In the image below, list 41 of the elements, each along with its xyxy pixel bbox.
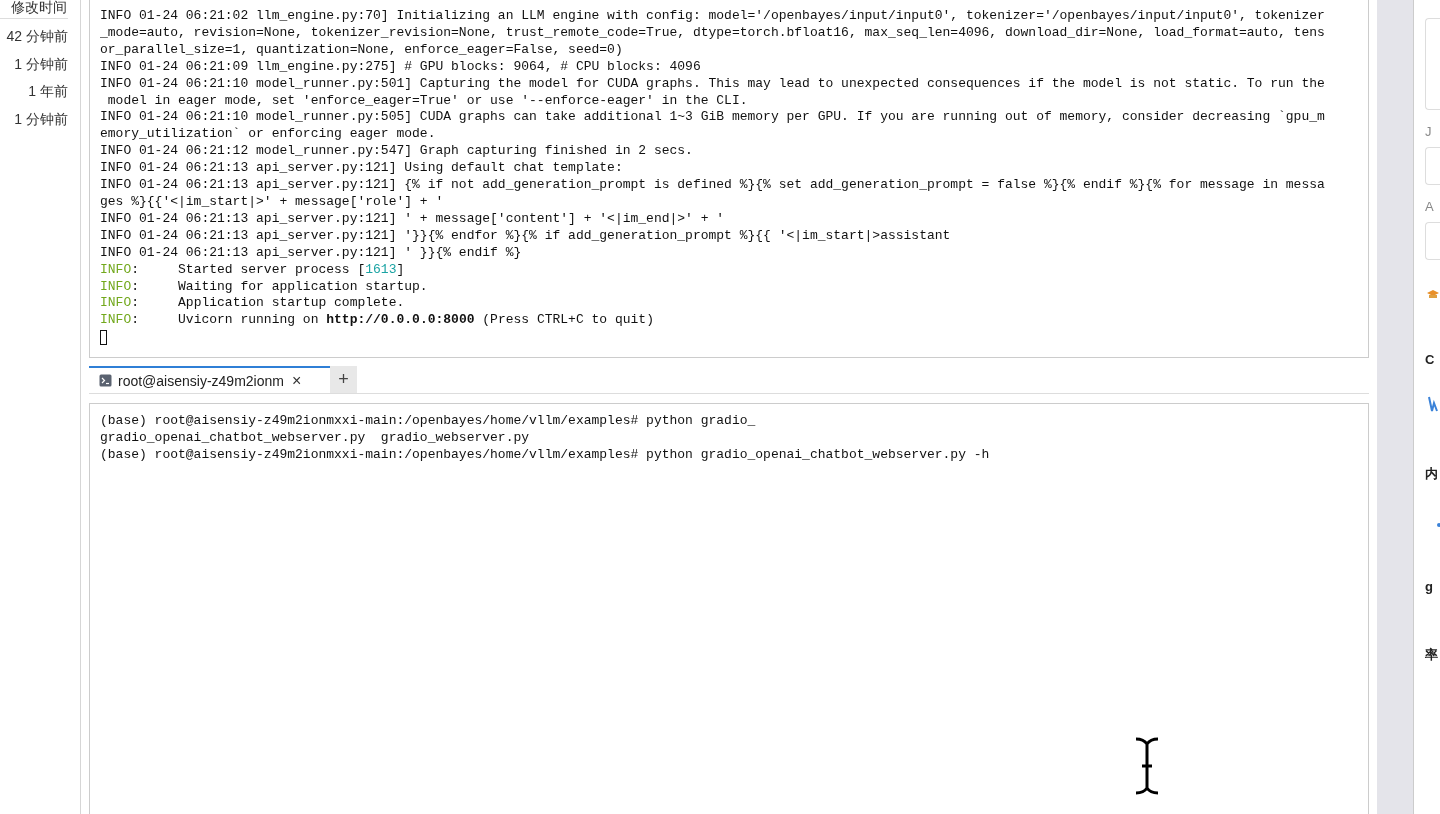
modified-time: 1 分钟前 <box>14 109 68 129</box>
terminal-line: INFO 01-24 06:21:13 api_server.py:121] {% if not add_generation_prompt is defined %}{% set add_generation_prompt = false %}{% endif %}{% for message in messa <box>100 177 1325 194</box>
column-header[interactable]: 修改时间 <box>0 0 68 19</box>
modified-time: 1 分钟前 <box>14 54 68 74</box>
terminal-line: INFO 01-24 06:21:13 api_server.py:121] Using default chat template: <box>100 160 623 178</box>
terminal-line: INFO 01-24 06:21:13 api_server.py:121] ' + message['content'] + '<|im_end|>' + ' <box>100 210 725 228</box>
terminal-line: gradio_openai_chatbot_webserver.py gradio_webserver.py <box>100 429 530 447</box>
splitter-bar[interactable] <box>1377 0 1413 814</box>
section-heading: g <box>1425 579 1433 594</box>
field-label: A <box>1425 199 1434 214</box>
terminal-cursor <box>100 330 107 346</box>
graduation-cap-icon <box>1427 288 1439 300</box>
terminal-line: INFO 01-24 06:21:13 api_server.py:121] '}}{% endfor %}{% if add_generation_prompt %}{{ '<|im_start|>assistant <box>100 227 951 245</box>
terminal-line: (base) root@aisensiy-z49m2ionmxxi-main:/openbayes/home/vllm/examples# python gradio_ <box>100 413 756 430</box>
field-label: J <box>1425 124 1432 139</box>
terminal-line: ges %}{{'<|im_start|>' + message['role'] + ' <box>100 193 444 211</box>
terminal-line: INFO 01-24 06:21:09 llm_engine.py:275] # GPU blocks: 9064, # CPU blocks: 4096 <box>100 58 701 76</box>
terminal-line: INFO: Waiting for application startup. <box>100 278 428 296</box>
terminal-line: INFO 01-24 06:21:13 api_server.py:121] ' }}{% endif %} <box>100 244 522 262</box>
terminal-line: model in eager mode, set 'enforce_eager=True' or use '--enforce-eager' in the CLI. <box>106 92 748 110</box>
modified-time: 42 分钟前 <box>6 27 68 46</box>
terminal-icon <box>99 374 112 387</box>
terminal-line: INFO 01-24 06:21:02 llm_engine.py:70] Initializing an LLM engine with config: model='/openbayes/input/input0', tokenizer='/openbayes/input/input0', tokenizer <box>100 8 1325 25</box>
terminal-line: INFO 01-24 06:21:12 model_runner.py:547] Graph capturing finished in 2 secs. <box>100 143 693 161</box>
bullet-icon <box>1437 523 1440 527</box>
modified-time: 1 年前 <box>28 82 68 101</box>
new-tab-button[interactable]: + <box>330 366 357 393</box>
terminal-line: INFO 01-24 06:21:10 model_runner.py:505] CUDA graphs can take additional 1~3 GiB memory per GPU. If you are running out of memory, consider decreasing `gpu_m <box>100 109 1325 127</box>
terminal-line: INFO: Started server process [1613] <box>100 261 405 279</box>
terminal-line: INFO: Uvicorn running on http://0.0.0.0:8000 (Press CTRL+C to quit) <box>100 312 654 330</box>
terminal-line: INFO 01-24 06:21:10 model_runner.py:501] Capturing the model for CUDA graphs. This may lead to unexpected consequences if the model is not static. To run the <box>100 75 1325 93</box>
tab-label: root@aisensiy-z49m2ionm <box>118 372 284 389</box>
close-button[interactable]: × <box>289 371 304 390</box>
section-heading: C <box>1425 352 1435 367</box>
terminal-line: emory_utilization` or enforcing eager mode. <box>100 126 436 144</box>
section-heading: 率 <box>1425 646 1438 664</box>
terminal-line: _mode=auto, revision=None, tokenizer_revision=None, trust_remote_code=True, dtype=torch.bfloat16, max_seq_len=4096, download_dir=None, load_format=auto, tens <box>100 24 1325 42</box>
terminal-line: or_parallel_size=1, quantization=None, enforce_eager=False, seed=0) <box>100 41 623 59</box>
terminal-line: INFO: Application startup complete. <box>100 295 405 313</box>
section-heading: 内 <box>1425 465 1438 483</box>
terminal-line: (base) root@aisensiy-z49m2ionmxxi-main:/openbayes/home/vllm/examples# python gradio_openai_chatbot_webserver.py -h <box>100 446 990 464</box>
